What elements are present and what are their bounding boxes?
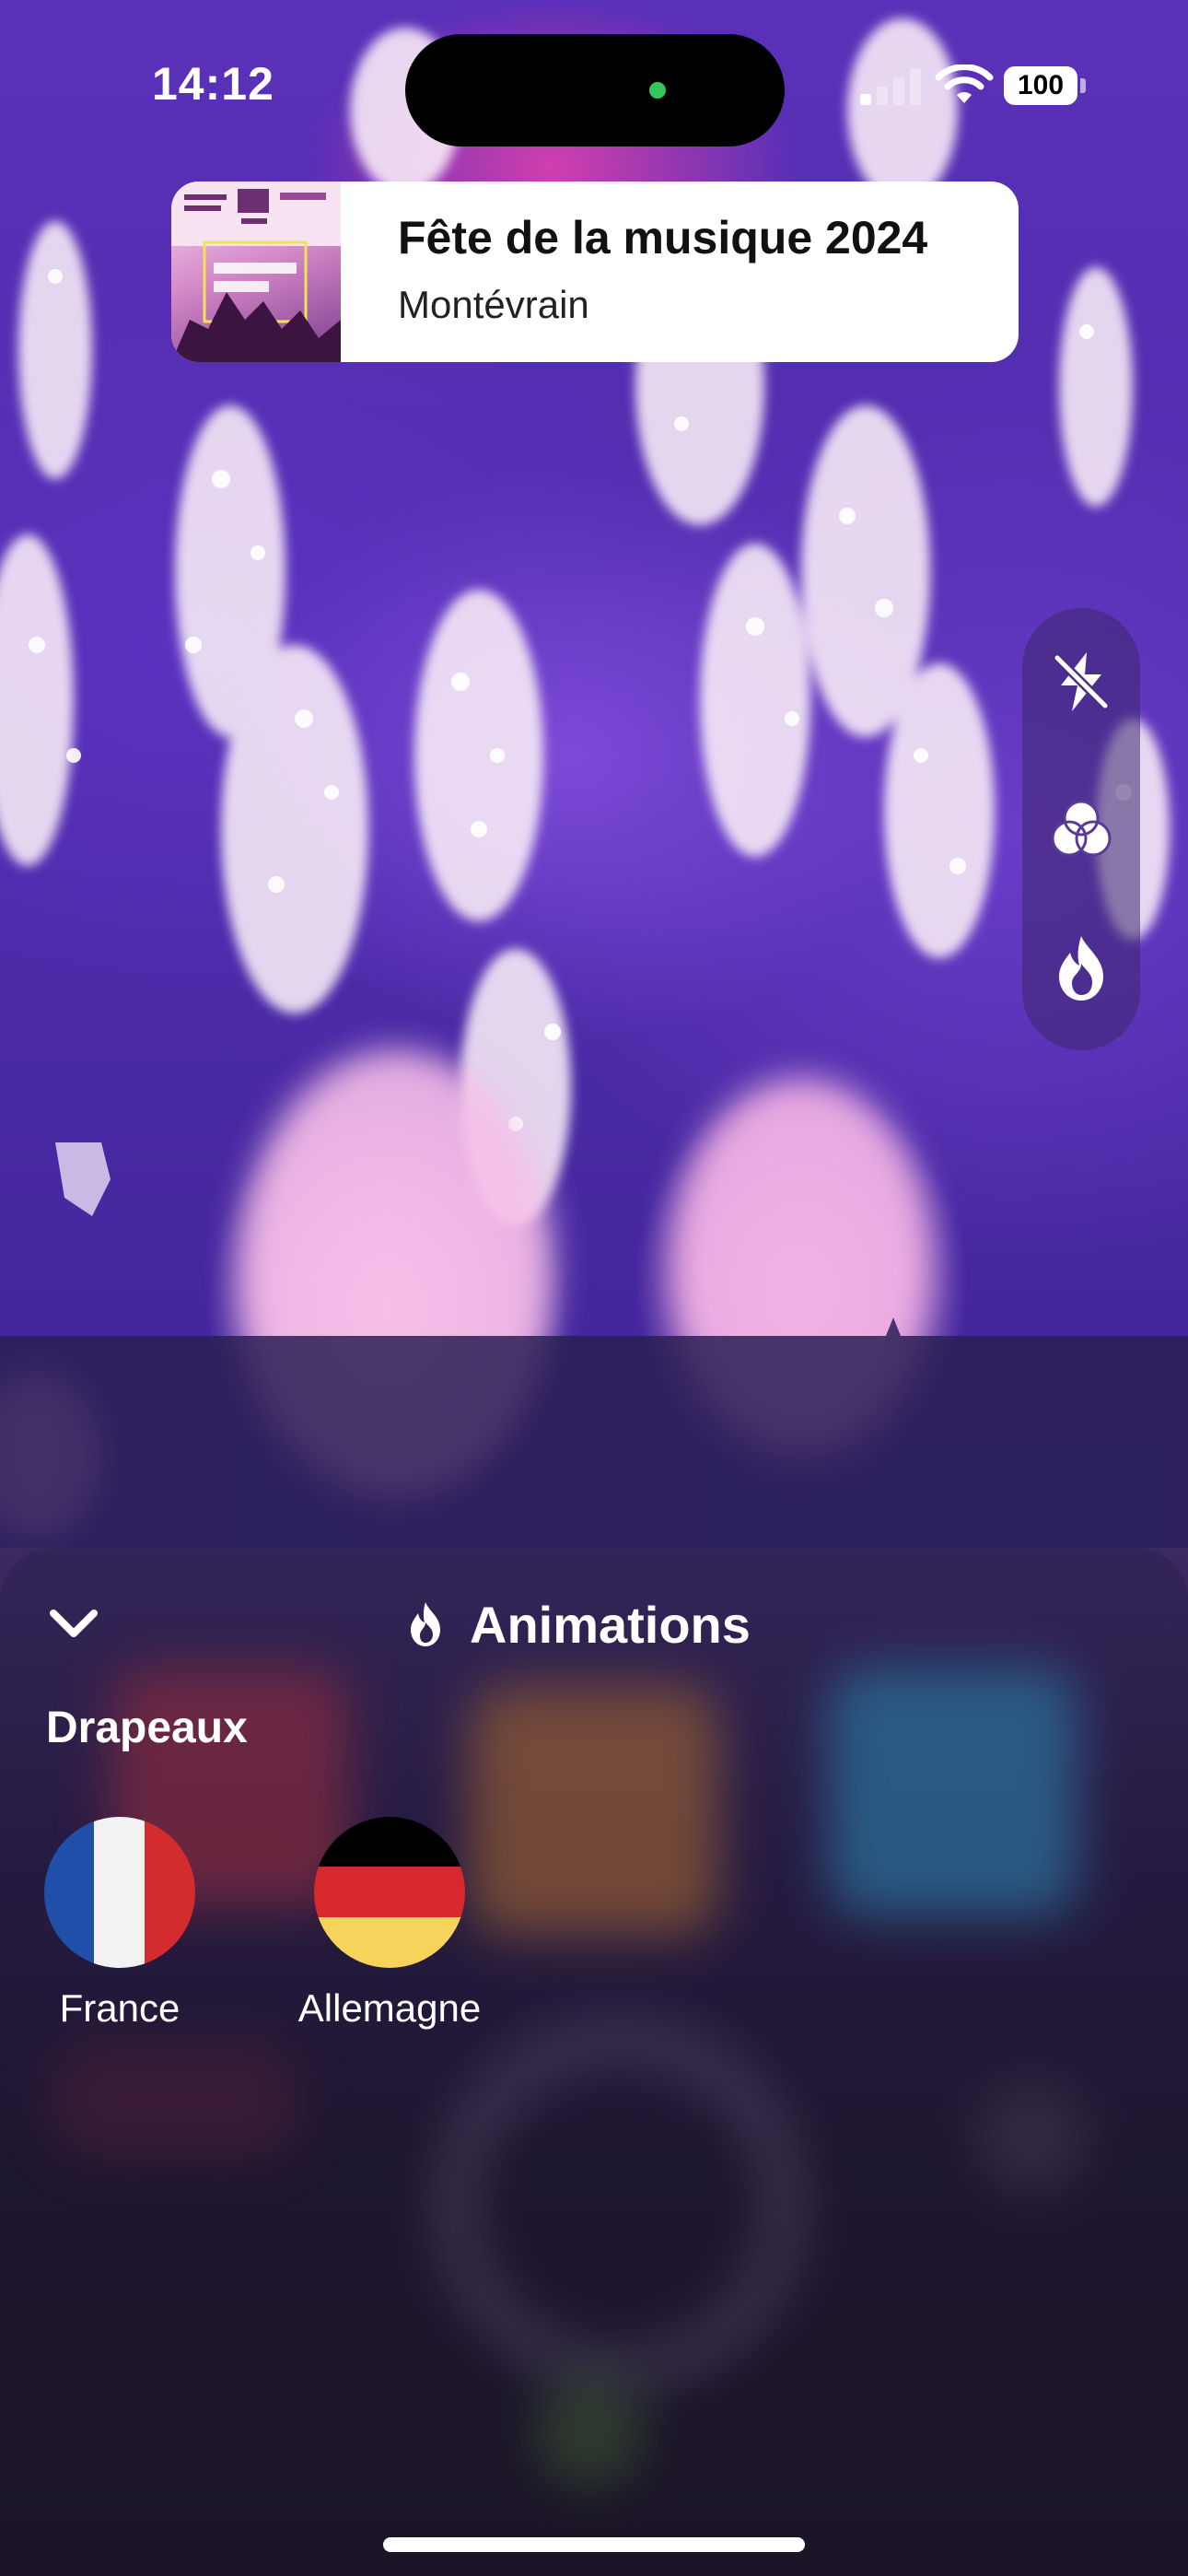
sheet-header: Animations — [405, 1592, 751, 1657]
germany-flag-icon — [314, 1817, 465, 1968]
status-icons: 100 — [847, 64, 1096, 111]
animations-button[interactable] — [1044, 931, 1118, 1004]
wifi-icon — [935, 64, 994, 103]
camera-in-use-indicator — [649, 82, 666, 99]
color-filter-button[interactable] — [1044, 792, 1118, 866]
flash-toggle-button[interactable] — [1044, 645, 1118, 719]
flag-label-france: France — [59, 1986, 181, 2030]
flame-icon — [411, 1602, 440, 1646]
event-location: Montévrain — [398, 283, 589, 326]
status-time: 14:12 — [152, 58, 274, 110]
battery-level: 100 — [1004, 66, 1077, 105]
event-poster-thumbnail — [171, 181, 341, 362]
flag-option-france[interactable]: France — [5, 1817, 235, 2038]
color-filter-icon — [1051, 800, 1112, 857]
france-flag-icon — [44, 1817, 195, 1968]
flash-off-icon — [1053, 652, 1110, 711]
chevron-down-icon — [50, 1610, 98, 1637]
flag-option-germany[interactable]: Allemagne — [274, 1817, 505, 2038]
event-title: Fête de la musique 2024 — [398, 212, 928, 263]
camera-controls-pill — [1022, 608, 1140, 1050]
event-card[interactable]: Fête de la musique 2024 Montévrain — [171, 181, 1019, 362]
sheet-title: Animations — [470, 1595, 751, 1654]
flag-label-germany: Allemagne — [297, 1986, 482, 2030]
home-indicator[interactable] — [383, 2537, 805, 2552]
section-title-flags: Drapeaux — [46, 1704, 248, 1752]
collapse-sheet-button[interactable] — [37, 1591, 111, 1656]
flame-icon — [1059, 936, 1103, 1001]
cellular-signal-icon — [860, 68, 921, 105]
battery-tip — [1080, 78, 1086, 93]
dynamic-island — [405, 34, 785, 146]
